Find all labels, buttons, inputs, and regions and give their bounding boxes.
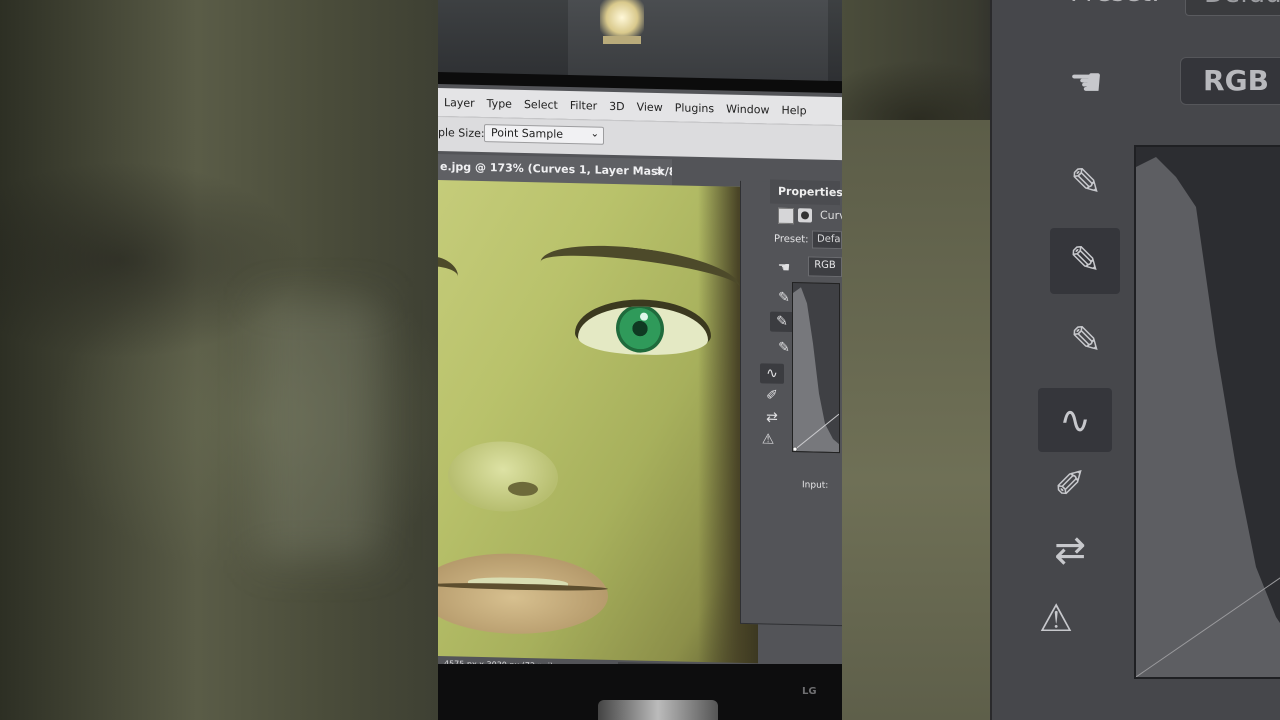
monitor: Layer Type Select Filter 3D View Plugins…: [438, 0, 842, 720]
menu-type[interactable]: Type: [481, 96, 518, 111]
iris: [616, 305, 664, 354]
desk-object: [598, 700, 718, 720]
curves-adjustment-icon[interactable]: [778, 207, 794, 225]
pencil-icon[interactable]: ✐: [760, 385, 784, 406]
menu-3d[interactable]: 3D: [603, 99, 630, 113]
preset-label: Preset:: [774, 233, 809, 246]
sample-size-value: Point Sample: [491, 126, 564, 141]
sample-size-dropdown[interactable]: Point Sample ⌄: [484, 124, 604, 145]
blur-haze: [260, 300, 380, 560]
menu-window[interactable]: Window: [720, 102, 775, 116]
document-title: e.jpg @ 173% (Curves 1, Layer Mask/8) *: [440, 160, 672, 179]
wall-lamp-base: [603, 36, 641, 44]
left-eyebrow: [438, 255, 458, 297]
menu-plugins[interactable]: Plugins: [669, 101, 720, 115]
eyedropper-gray-icon[interactable]: ✎: [770, 311, 794, 333]
zoom-smooth-curve-icon: ⇄: [1054, 528, 1086, 572]
eye-glint: [640, 312, 648, 321]
menu-help[interactable]: Help: [775, 103, 812, 117]
nose: [448, 440, 558, 513]
lips: [438, 551, 608, 636]
zoom-channel-dropdown: RGB: [1180, 57, 1280, 105]
zoom-preset-label: Preset:: [1070, 0, 1160, 8]
tab-properties[interactable]: Properties: [770, 179, 842, 206]
blurred-background-right: Preset: Defau RGB ☚ ✎ ✎ ✎ ∿ ✐ ⇄ ⚠: [842, 0, 1280, 720]
preset-dropdown[interactable]: Defau: [812, 230, 842, 250]
zoom-curves-graph: [1134, 145, 1280, 679]
menu-select[interactable]: Select: [518, 97, 564, 111]
image-canvas[interactable]: [438, 180, 758, 670]
properties-header: Curv: [770, 204, 842, 232]
zoom-eyedropper-white-icon: ✎: [1070, 318, 1102, 362]
input-label: Input:: [802, 480, 829, 491]
zoom-clipping-warning-icon: ⚠: [1038, 596, 1074, 640]
menu-filter[interactable]: Filter: [564, 98, 603, 112]
zoom-curve-points-icon: ∿: [1038, 388, 1112, 452]
layer-mask-icon[interactable]: [798, 208, 812, 223]
curves-graph[interactable]: [792, 282, 840, 454]
zoomed-properties-panel: Preset: Defau RGB ☚ ✎ ✎ ✎ ∿ ✐ ⇄ ⚠: [990, 0, 1280, 720]
menu-view[interactable]: View: [631, 100, 669, 114]
histogram: [792, 287, 840, 453]
monitor-brand: LG: [802, 686, 817, 697]
zoom-on-image-adjust-icon: ☚: [1068, 60, 1104, 104]
adjustment-name: Curv: [820, 208, 842, 223]
blurred-background-left: [0, 0, 438, 720]
curve-points-icon[interactable]: ∿: [760, 363, 784, 384]
channel-dropdown[interactable]: RGB: [808, 256, 842, 278]
nostril: [508, 481, 538, 497]
smooth-curve-icon[interactable]: ⇄: [760, 407, 784, 428]
zoom-eyedropper-gray-icon: ✎: [1050, 228, 1120, 294]
eye: [578, 305, 708, 357]
menu-layer[interactable]: Layer: [438, 96, 481, 110]
photoshop-window: Layer Type Select Filter 3D View Plugins…: [438, 84, 842, 686]
chevron-down-icon: ⌄: [590, 128, 599, 140]
zoom-histogram: [1136, 157, 1280, 677]
properties-tab-label: Properties: [778, 184, 842, 200]
zoom-eyedropper-black-icon: ✎: [1070, 160, 1102, 204]
close-tab-icon[interactable]: ×: [655, 159, 664, 185]
on-image-adjust-icon[interactable]: ☚: [772, 258, 796, 279]
blur-skin: [842, 120, 1012, 720]
zoom-preset-dropdown: Defau: [1185, 0, 1280, 16]
zoom-pencil-icon: ✐: [1054, 462, 1086, 506]
clipping-warning-icon[interactable]: ⚠: [756, 429, 780, 450]
sample-size-label: ple Size:: [438, 126, 485, 141]
